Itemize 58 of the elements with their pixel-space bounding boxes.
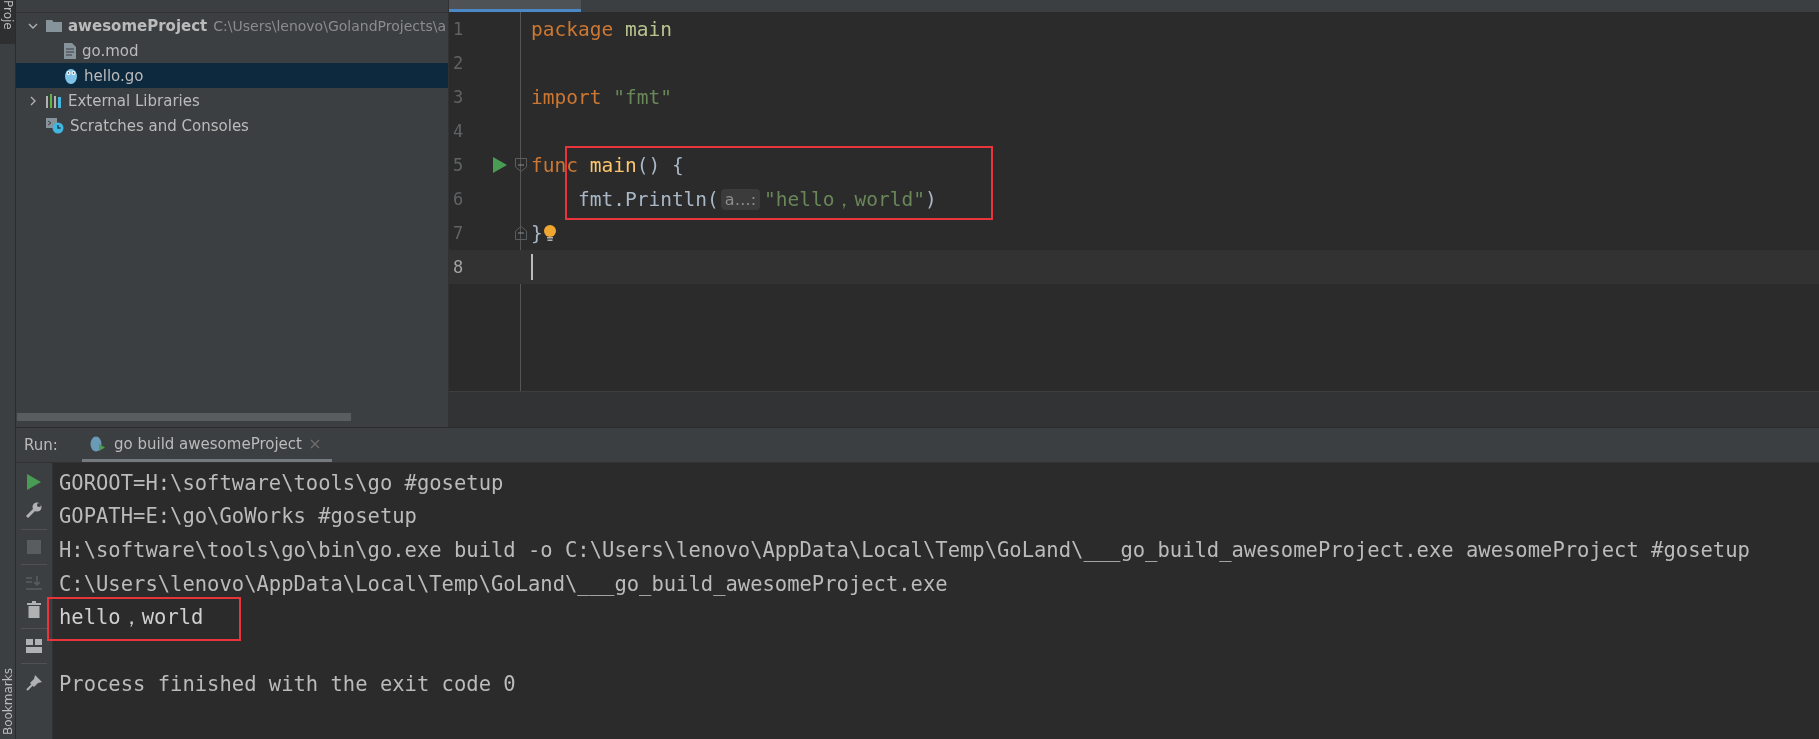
code-token: "fmt" — [612, 85, 672, 109]
console-line: GOROOT=H:\software\tools\go #gosetup — [59, 470, 504, 495]
gopher-icon — [64, 67, 78, 84]
console-line: H:\software\tools\go\bin\go.exe build -o C:\Users\lenovo\AppData\Local\Temp\GoLand\___go_build_awesomeProject.exe awesomeProject #gosetup — [59, 538, 1750, 562]
line-number: 6 — [452, 189, 465, 209]
tree-label: Scratches and Consoles — [70, 116, 249, 135]
project-path: C:\Users\lenovo\GolandProjects\a — [213, 17, 447, 34]
tree-item[interactable]: go.mod — [16, 38, 448, 63]
trash-icon[interactable] — [27, 601, 41, 618]
run-icon[interactable] — [26, 473, 42, 491]
code-token: main — [588, 153, 637, 177]
fold-icon[interactable] — [515, 158, 527, 172]
folder-icon — [46, 18, 62, 33]
line-number: 4 — [452, 121, 465, 141]
line-number: 5 — [452, 155, 465, 175]
console-clock-icon — [46, 117, 64, 134]
console-line: hello，world — [59, 604, 204, 632]
wrench-icon[interactable] — [25, 501, 43, 519]
project-tool-tab[interactable]: Proje — [0, 0, 15, 44]
tree-label: External Libraries — [68, 91, 200, 110]
lightbulb-icon[interactable] — [542, 224, 557, 242]
code-token: ) — [924, 187, 937, 211]
bookmarks-tool-tab[interactable]: Bookmarks — [0, 667, 15, 739]
line-number: 2 — [452, 53, 465, 73]
line-number: 3 — [452, 87, 465, 107]
run-icon[interactable] — [493, 157, 507, 173]
code-token: } — [531, 221, 543, 245]
line-number: 8 — [452, 257, 465, 277]
code-token: "hello，world" — [764, 186, 925, 213]
gopher-run-icon — [90, 435, 106, 452]
code-token: fmt.Println( — [576, 187, 719, 211]
console-line: GOPATH=E:\go\GoWorks #gosetup — [59, 504, 417, 529]
tree-item[interactable]: External Libraries — [16, 88, 448, 113]
console-line: C:\Users\lenovo\AppData\Local\Temp\GoLand\___go_build_awesomeProject.exe — [59, 571, 948, 596]
run-title: Run: — [23, 436, 59, 454]
libraries-icon — [46, 93, 62, 108]
text-caret — [531, 254, 533, 280]
fold-icon[interactable] — [515, 226, 527, 240]
run-tab[interactable]: go build awesomeProject — [82, 428, 332, 462]
scrollbar[interactable] — [17, 413, 351, 421]
tree-item[interactable]: awesomeProject C:\Users\lenovo\GolandProjects\a — [16, 13, 448, 38]
code-token: package — [531, 17, 614, 41]
tree-label: hello.go — [84, 66, 144, 85]
code-token: () { — [636, 153, 684, 177]
tree-item[interactable]: Scratches and Consoles — [16, 113, 448, 138]
line-number: 1 — [452, 19, 465, 39]
tree-label: go.mod — [82, 41, 139, 60]
pin-icon[interactable] — [25, 674, 43, 691]
parameter-hint: a…: — [720, 188, 761, 210]
tree-label: awesomeProject — [68, 16, 208, 35]
file-icon — [64, 42, 76, 59]
tree-item[interactable]: hello.go — [16, 63, 448, 88]
code-token: main — [623, 17, 672, 41]
console-line: Process finished with the exit code 0 — [59, 672, 516, 697]
line-number: 7 — [452, 223, 465, 243]
code-token: import — [531, 85, 602, 109]
layout-icon[interactable] — [26, 639, 42, 653]
chevron-icon[interactable] — [28, 95, 38, 106]
